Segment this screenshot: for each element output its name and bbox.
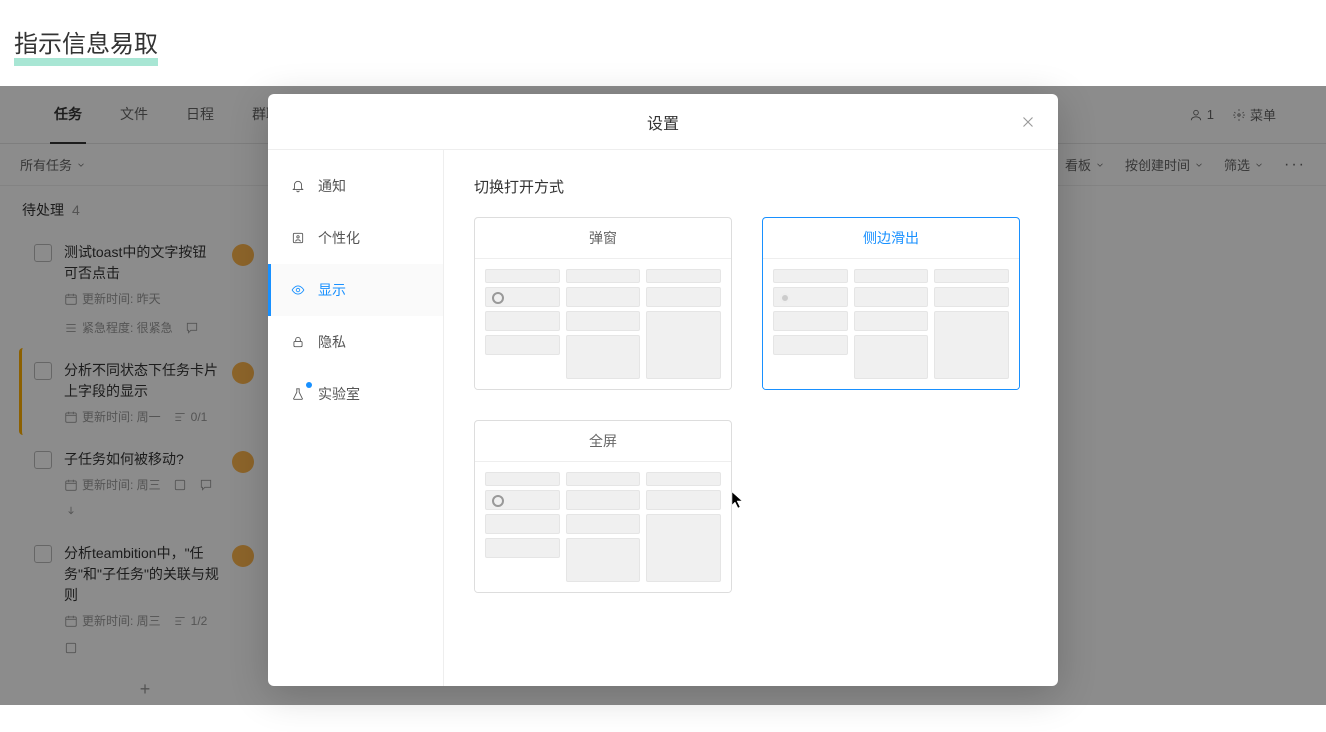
lock-icon [290,334,306,350]
notification-dot [306,382,312,388]
close-button[interactable] [1016,110,1040,134]
bell-icon [290,178,306,194]
modal-title: 设置 [647,110,679,134]
mode-card-2[interactable]: 全屏 [474,420,732,593]
sidebar-item-label: 个性化 [318,228,360,248]
eye-icon [290,282,306,298]
mode-card-0[interactable]: 弹窗 [474,217,732,390]
settings-modal: 设置 通知个性化显示隐私实验室 切换打开方式 弹窗侧边滑出全屏 [268,94,1058,686]
sidebar-item-label: 实验室 [318,384,360,404]
mode-card-title: 弹窗 [475,218,731,259]
mode-card-title: 全屏 [475,421,731,462]
sidebar-item-personal[interactable]: 个性化 [268,212,443,264]
mode-preview [475,259,731,389]
personal-icon [290,230,306,246]
sidebar-item-flask[interactable]: 实验室 [268,368,443,420]
cursor-icon [731,491,745,509]
sidebar-item-label: 显示 [318,280,346,300]
flask-icon [290,386,306,402]
mode-preview [475,462,731,592]
sidebar-item-eye[interactable]: 显示 [268,264,443,316]
page-title: 指示信息易取 [14,31,158,66]
sidebar-item-label: 隐私 [318,332,346,352]
modal-sidebar: 通知个性化显示隐私实验室 [268,150,444,686]
mode-card-title: 侧边滑出 [763,218,1019,259]
sidebar-item-bell[interactable]: 通知 [268,160,443,212]
mode-card-1[interactable]: 侧边滑出 [762,217,1020,390]
mode-preview [763,259,1019,389]
close-icon [1019,113,1037,131]
sidebar-item-label: 通知 [318,176,346,196]
sidebar-item-lock[interactable]: 隐私 [268,316,443,368]
content-title: 切换打开方式 [474,176,1028,197]
